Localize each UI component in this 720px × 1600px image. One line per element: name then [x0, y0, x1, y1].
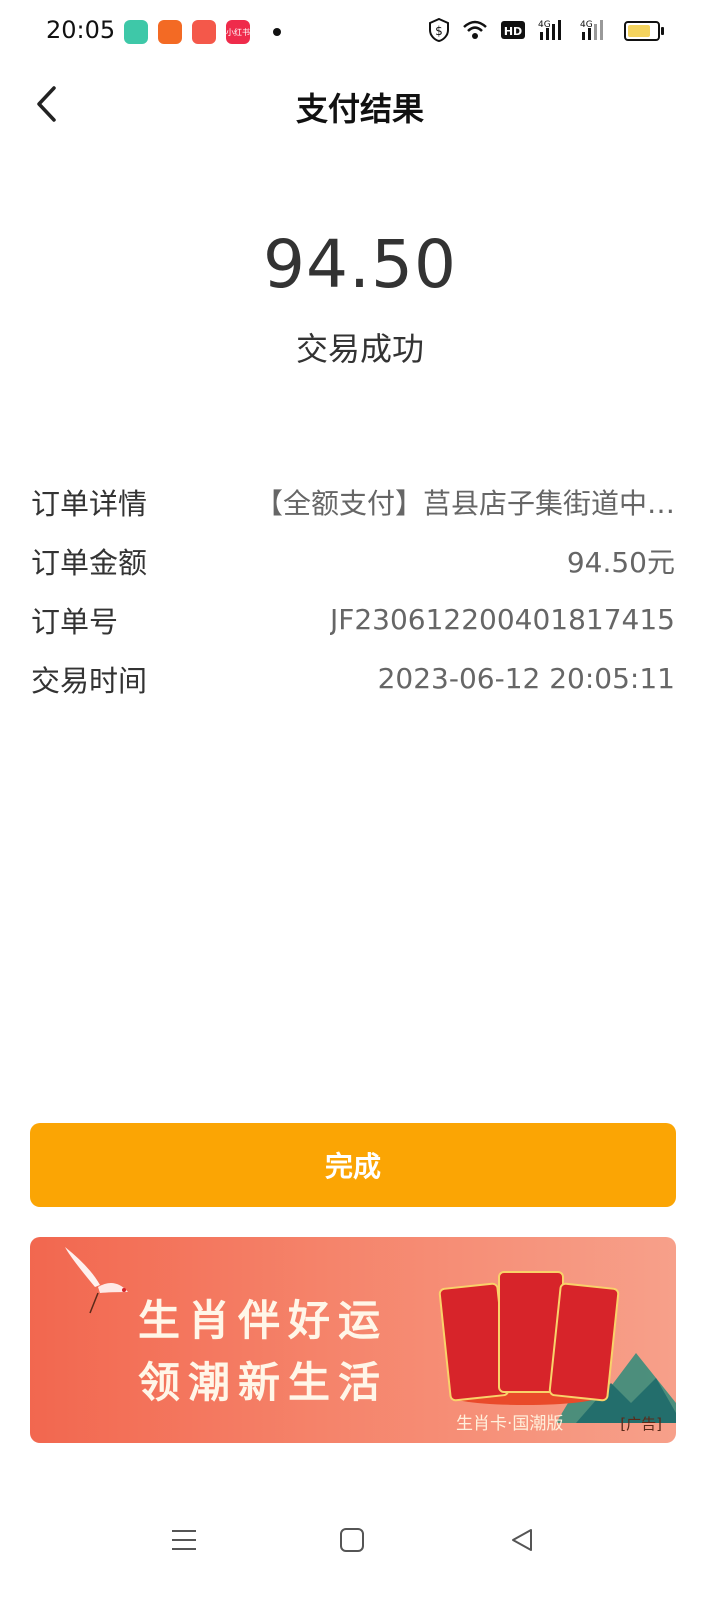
svg-text:HD: HD [504, 25, 522, 38]
menu-icon [172, 1530, 196, 1550]
crane-icon [65, 1247, 128, 1314]
detail-value: 94.50元 [566, 545, 675, 579]
back-nav-button[interactable] [502, 1520, 542, 1560]
order-details: 订单详情 【全额支付】莒县店子集街道中… 订单金额 94.50元 订单号 JF2… [31, 472, 675, 708]
detail-value: 2023-06-12 20:05:11 [377, 662, 675, 695]
page-title: 支付结果 [295, 90, 424, 128]
detail-label: 订单金额 [31, 545, 148, 580]
menu-nav-button[interactable] [164, 1520, 204, 1560]
ad-headline-2: 领潮新生活 [138, 1358, 389, 1407]
detail-label: 订单号 [31, 604, 119, 639]
zodiac-cards-image [438, 1265, 620, 1409]
signal-4g-icon: 4G [538, 18, 568, 42]
signal-4g-icon: 4G [580, 18, 610, 42]
app-orange-icon [158, 20, 182, 44]
detail-row-order-info: 订单详情 【全额支付】莒县店子集街道中… [31, 472, 675, 531]
hd-icon: HD [500, 18, 526, 42]
ad-tag: [广告] [620, 1415, 662, 1433]
notification-icons: 小红书 [124, 20, 250, 44]
detail-label: 交易时间 [31, 663, 148, 698]
status-bar: 20:05 小红书 $ HD 4G 4G [0, 0, 720, 64]
done-button[interactable]: 完成 [30, 1123, 676, 1207]
home-square-icon [340, 1528, 364, 1552]
ad-headline-1: 生肖伴好运 [138, 1296, 389, 1345]
app-red-icon: 小红书 [226, 20, 250, 44]
detail-row-order-number: 订单号 JF230612200401817415 [31, 590, 675, 649]
status-time: 20:05 [46, 16, 116, 44]
payment-amount: 94.50 [263, 226, 457, 303]
detail-label: 订单详情 [31, 486, 148, 521]
triangle-back-icon [512, 1529, 532, 1551]
detail-row-transaction-time: 交易时间 2023-06-12 20:05:11 [31, 649, 675, 708]
wifi-icon [462, 18, 488, 42]
svg-text:$: $ [435, 24, 443, 38]
detail-row-order-amount: 订单金额 94.50元 [31, 531, 675, 590]
header: 支付结果 [0, 64, 720, 148]
ad-banner[interactable]: 生肖伴好运 领潮新生活 生肖卡·国潮版 [广告] [30, 1237, 676, 1443]
shield-icon: $ [428, 18, 450, 42]
app-orange2-icon [192, 20, 216, 44]
detail-value: JF230612200401817415 [329, 603, 675, 636]
home-nav-button[interactable] [332, 1520, 372, 1560]
app-green-icon [124, 20, 148, 44]
ad-subtitle: 生肖卡·国潮版 [456, 1414, 564, 1434]
system-nav-bar [0, 1500, 720, 1600]
detail-value: 【全额支付】莒县店子集街道中… [254, 486, 675, 520]
transaction-status: 交易成功 [295, 330, 424, 368]
notification-dot [273, 28, 281, 36]
battery-icon [624, 21, 664, 41]
system-icons: $ HD 4G 4G [428, 18, 610, 42]
